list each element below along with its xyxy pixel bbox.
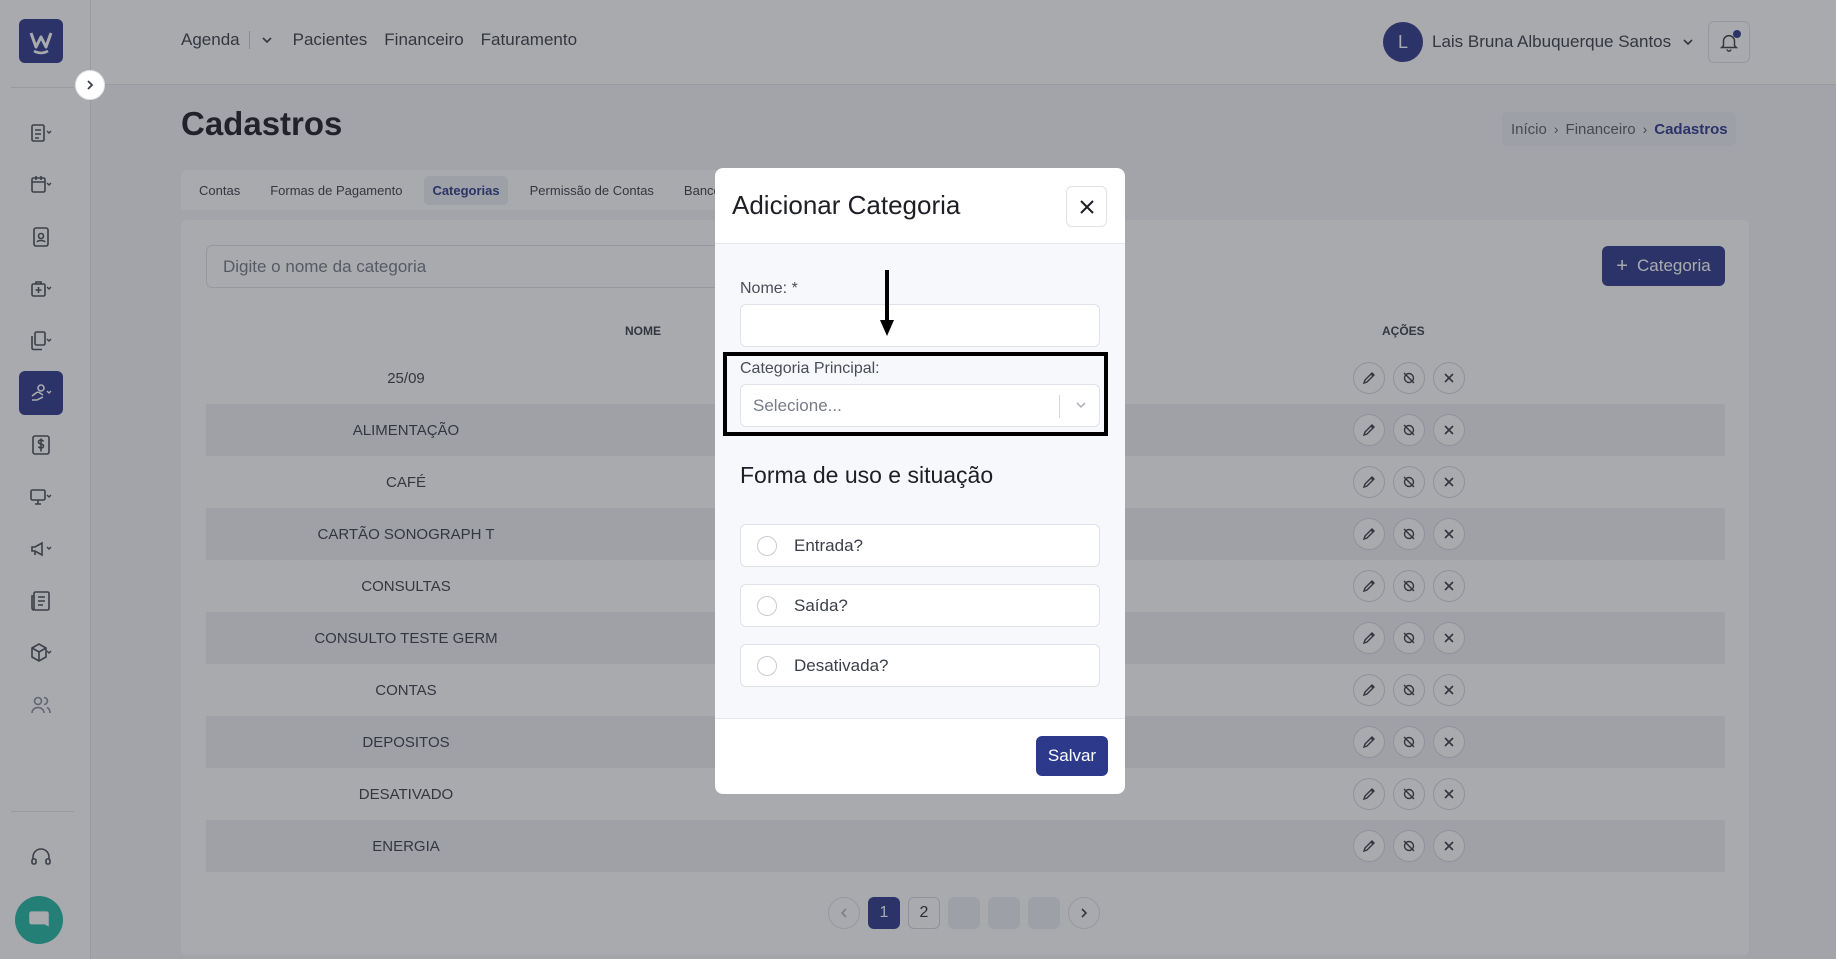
- checkbox-entrada[interactable]: Entrada?: [740, 524, 1100, 567]
- name-input[interactable]: [740, 304, 1100, 347]
- name-label: Nome: *: [740, 280, 798, 297]
- checkbox-circle[interactable]: [757, 595, 777, 616]
- modal-title: Adicionar Categoria: [732, 190, 961, 220]
- checkbox-saida-label: Saída?: [794, 595, 848, 615]
- chevron-right-icon: [87, 80, 94, 90]
- modal-header: Adicionar Categoria: [715, 168, 1125, 244]
- checkbox-circle[interactable]: [757, 535, 777, 556]
- parent-category-placeholder: Selecione...: [753, 395, 842, 415]
- close-icon: [1079, 199, 1094, 214]
- arrow-down-icon: [880, 270, 894, 336]
- checkbox-desativada-label: Desativada?: [794, 655, 889, 675]
- sidebar-toggle-button[interactable]: [75, 70, 105, 100]
- parent-category-label: Categoria Principal:: [740, 360, 880, 377]
- close-button[interactable]: [1066, 186, 1107, 227]
- add-category-modal: Adicionar Categoria Nome: * Categoria Pr…: [715, 168, 1125, 794]
- checkbox-saida[interactable]: Saída?: [740, 584, 1100, 627]
- save-button[interactable]: Salvar: [1036, 736, 1108, 776]
- usage-section-title: Forma de uso e situação: [740, 462, 994, 488]
- parent-category-select[interactable]: Selecione...: [740, 384, 1100, 427]
- checkbox-entrada-label: Entrada?: [794, 535, 863, 555]
- chevron-down-icon: [1076, 402, 1086, 409]
- modal-footer: Salvar: [715, 718, 1125, 794]
- checkbox-circle[interactable]: [757, 655, 777, 676]
- checkbox-desativada[interactable]: Desativada?: [740, 644, 1100, 687]
- select-divider: [1059, 395, 1060, 418]
- modal-body: Nome: * Categoria Principal: Selecione..…: [715, 244, 1125, 718]
